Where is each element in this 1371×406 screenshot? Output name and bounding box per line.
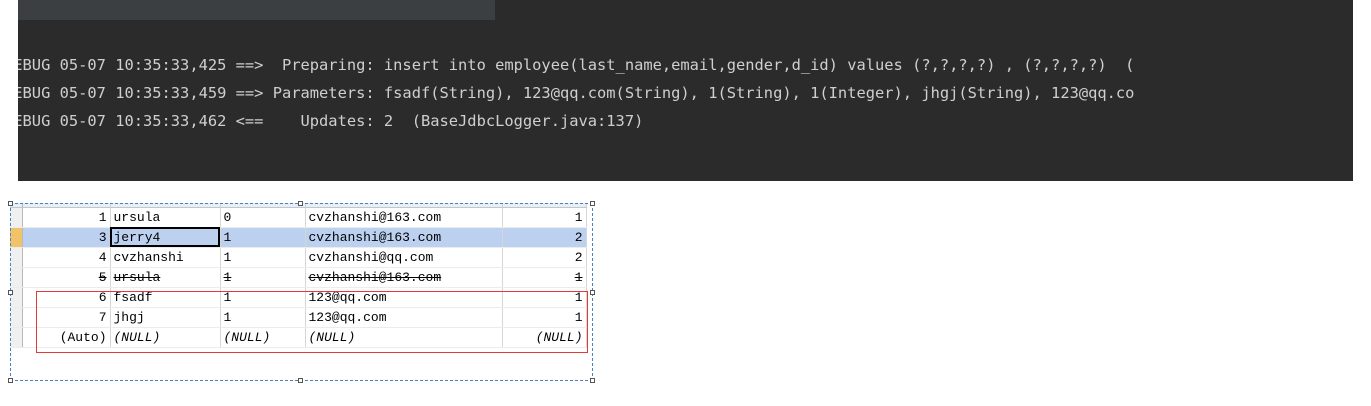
resize-handle[interactable] (590, 201, 595, 206)
resize-handle[interactable] (298, 201, 303, 206)
console-toolbar (18, 0, 495, 20)
console-output-panel: DEBUG 05-07 10:35:33,425 ==> Preparing: … (18, 0, 1353, 181)
log-line-parameters: DEBUG 05-07 10:35:33,459 ==> Parameters:… (18, 84, 1135, 102)
log-line-updates: DEBUG 05-07 10:35:33,462 <== Updates: 2 … (18, 112, 644, 130)
resize-handle[interactable] (8, 378, 13, 383)
resize-handle[interactable] (298, 378, 303, 383)
resize-handle[interactable] (8, 290, 13, 295)
resize-handle[interactable] (8, 201, 13, 206)
resize-handle[interactable] (590, 290, 595, 295)
log-line-preparing: DEBUG 05-07 10:35:33,425 ==> Preparing: … (18, 56, 1135, 74)
inserted-rows-highlight (36, 291, 588, 353)
resize-handle[interactable] (590, 378, 595, 383)
